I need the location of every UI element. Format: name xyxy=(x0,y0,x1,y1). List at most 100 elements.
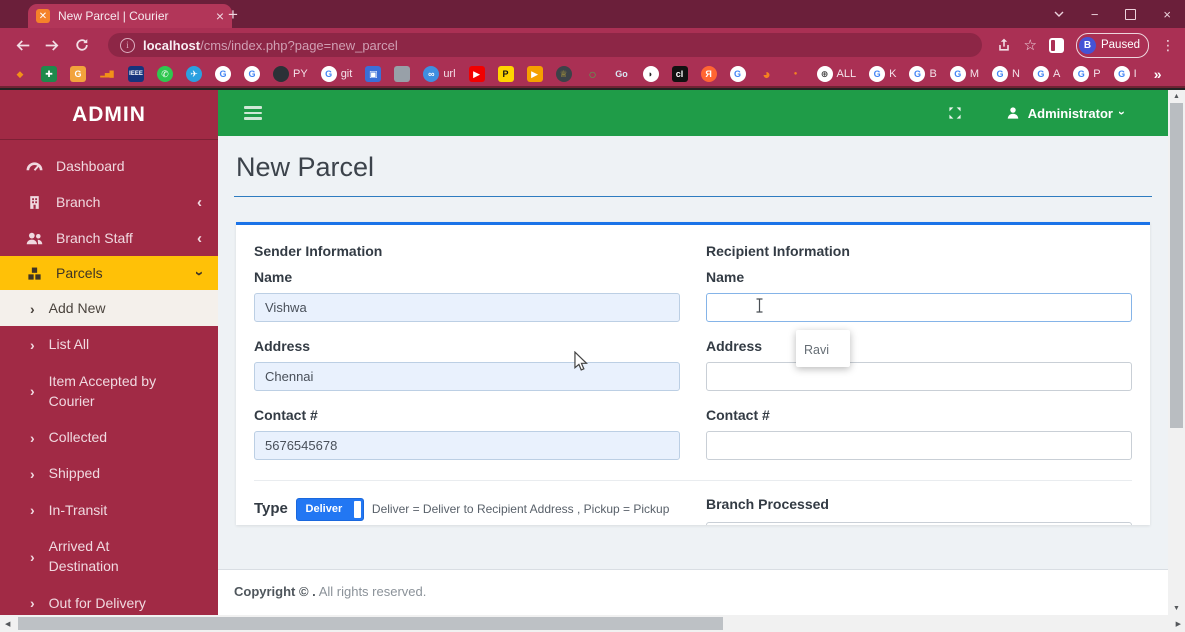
sender-name-input[interactable] xyxy=(254,293,680,322)
back-button[interactable] xyxy=(10,33,34,57)
reload-button[interactable] xyxy=(70,33,94,57)
toggle-handle-icon xyxy=(353,501,361,519)
scroll-down-icon[interactable]: ▼ xyxy=(1168,605,1185,612)
bookmark-item[interactable]: ○ xyxy=(585,66,601,82)
recipient-name-input[interactable] xyxy=(706,293,1132,322)
chevron-right-icon: › xyxy=(30,300,35,317)
new-tab-button[interactable]: + xyxy=(228,5,238,25)
bookmark-label: PY xyxy=(293,68,308,80)
bookmark-item[interactable]: cl xyxy=(671,66,688,82)
bookmark-favicon-icon: G xyxy=(909,66,926,82)
bookmark-item[interactable]: ▶ xyxy=(468,66,485,82)
bookmark-item[interactable]: ∞ url xyxy=(423,66,456,82)
sidebar-item-parcels[interactable]: Parcels › xyxy=(0,256,218,290)
window-minimize-button[interactable]: − xyxy=(1091,8,1099,21)
type-row: Type Deliver Deliver = Deliver to Recipien… xyxy=(254,493,680,525)
bookmark-item[interactable]: ● xyxy=(788,66,804,82)
autocomplete-suggestion[interactable]: Ravi xyxy=(804,343,850,357)
bookmark-item[interactable]: GN xyxy=(991,66,1020,82)
hamburger-menu-icon[interactable] xyxy=(244,106,262,120)
horizontal-scroll-thumb[interactable] xyxy=(18,617,723,630)
chevron-left-icon: ‹ xyxy=(197,229,202,247)
bookmark-item[interactable]: Go xyxy=(614,66,630,82)
bookmark-item[interactable]: ◕ xyxy=(759,66,775,82)
window-close-button[interactable]: × xyxy=(1163,8,1171,21)
user-menu[interactable]: Administrator › xyxy=(1005,105,1129,121)
bookmark-item[interactable]: ✆ xyxy=(157,66,173,82)
sidebar-item-in-transit[interactable]: › In-Transit xyxy=(0,492,218,528)
bookmark-item[interactable]: ▂▅█ xyxy=(99,66,115,82)
scroll-right-icon[interactable]: ▶ xyxy=(1176,620,1181,628)
browser-titlebar: ✕ New Parcel | Courier × + − × xyxy=(0,0,1185,28)
bookmark-item[interactable]: ◆ xyxy=(12,66,28,82)
sidebar-item-branch-staff[interactable]: Branch Staff ‹ xyxy=(0,220,218,256)
browser-toolbar: i localhost/cms/index.php?page=new_parce… xyxy=(0,28,1185,62)
bookmark-favicon-icon: ⊕ xyxy=(816,66,833,82)
bookmark-item[interactable]: G xyxy=(244,66,260,82)
sender-address-input[interactable] xyxy=(254,362,680,391)
bookmark-item[interactable] xyxy=(394,66,411,82)
bookmark-item[interactable]: ✈ xyxy=(186,66,202,82)
recipient-section-heading: Recipient Information xyxy=(706,243,850,259)
bookmark-item[interactable]: G xyxy=(729,66,746,82)
scroll-up-icon[interactable]: ▲ xyxy=(1168,93,1185,100)
bookmark-item[interactable]: G xyxy=(70,66,86,82)
bookmark-item[interactable]: » xyxy=(1150,66,1166,82)
bookmark-item[interactable]: ♕ xyxy=(555,66,572,82)
bookmark-item[interactable]: P xyxy=(497,66,514,82)
bookmark-item[interactable]: IEEE xyxy=(128,66,144,82)
type-toggle[interactable]: Deliver xyxy=(295,498,364,522)
sidebar-item-item-accepted[interactable]: › Item Accepted by Courier xyxy=(0,363,218,420)
sidebar-item-branch[interactable]: Branch ‹ xyxy=(0,184,218,220)
bookmark-item[interactable]: ◗ xyxy=(642,66,659,82)
sidebar-item-list-all[interactable]: › List All xyxy=(0,326,218,362)
url-bar[interactable]: i localhost/cms/index.php?page=new_parce… xyxy=(108,33,982,57)
window-menu-chevron-icon[interactable] xyxy=(1054,11,1064,17)
horizontal-scrollbar[interactable]: ◀ ▶ xyxy=(0,615,1185,632)
sidebar-item-add-new[interactable]: › Add New xyxy=(0,290,218,327)
bookmark-item[interactable]: Я xyxy=(700,66,717,82)
recipient-address-input[interactable] xyxy=(706,362,1132,391)
sidebar-item-arrived[interactable]: › Arrived At Destination xyxy=(0,528,218,585)
bookmark-favicon-icon: G xyxy=(1073,66,1090,82)
forward-button[interactable] xyxy=(40,33,64,57)
sender-contact-input[interactable] xyxy=(254,431,680,460)
share-icon[interactable] xyxy=(996,37,1012,53)
bookmark-item[interactable]: ▶ xyxy=(526,66,543,82)
bookmark-item[interactable]: GA xyxy=(1032,66,1060,82)
side-panel-icon[interactable] xyxy=(1048,37,1064,53)
sidebar-item-dashboard[interactable]: Dashboard xyxy=(0,148,218,184)
fullscreen-icon[interactable] xyxy=(947,105,963,121)
bookmark-item[interactable]: GI xyxy=(1113,66,1137,82)
chevron-right-icon: › xyxy=(30,548,35,565)
bookmark-item[interactable]: ▣ xyxy=(365,66,382,82)
tab-close-icon[interactable]: × xyxy=(216,9,224,23)
bookmark-item[interactable]: GB xyxy=(909,66,937,82)
browser-tab[interactable]: ✕ New Parcel | Courier × xyxy=(28,4,232,28)
profile-badge[interactable]: B Paused xyxy=(1075,32,1149,58)
sidebar-item-collected[interactable]: › Collected xyxy=(0,419,218,455)
bookmark-item[interactable]: GM xyxy=(949,66,979,82)
vertical-scrollbar[interactable]: ▲ ▼ xyxy=(1168,90,1185,615)
vertical-scroll-thumb[interactable] xyxy=(1170,103,1183,428)
card-divider xyxy=(254,480,1132,481)
bookmark-item[interactable]: GP xyxy=(1073,66,1101,82)
bookmark-item[interactable]: G xyxy=(215,66,231,82)
bookmark-item[interactable]: GK xyxy=(869,66,896,82)
bookmark-item[interactable]: PY xyxy=(273,66,308,82)
bookmark-item[interactable]: Ggit xyxy=(320,66,352,82)
main-area: Administrator › New Parcel Sender Inform… xyxy=(218,90,1168,615)
scroll-left-icon[interactable]: ◀ xyxy=(5,620,10,628)
bookmarks-bar: ◆ ✚ G ▂▅█ IEEE ✆ ✈ G G PY Ggit ▣ ∞ url ▶ P ▶ ♕ ○ Go ◗ cl Я G ◕ ● ⊕… xyxy=(0,62,1185,88)
bookmark-favicon-icon: ✆ xyxy=(157,66,173,82)
sidebar-item-out-for-delivery[interactable]: › Out for Delivery xyxy=(0,585,218,615)
site-info-icon[interactable]: i xyxy=(120,37,135,53)
bookmark-star-icon[interactable]: ☆ xyxy=(1024,36,1037,54)
browser-menu-icon[interactable]: ⋮ xyxy=(1161,37,1175,54)
bookmark-item[interactable]: ✚ xyxy=(41,66,57,82)
window-restore-button[interactable] xyxy=(1125,8,1137,20)
sidebar-item-shipped[interactable]: › Shipped xyxy=(0,455,218,491)
bookmark-item[interactable]: ⊕ ALL xyxy=(816,66,856,82)
branch-processed-select[interactable]: Please select here xyxy=(706,522,1132,525)
recipient-contact-input[interactable] xyxy=(706,431,1132,460)
